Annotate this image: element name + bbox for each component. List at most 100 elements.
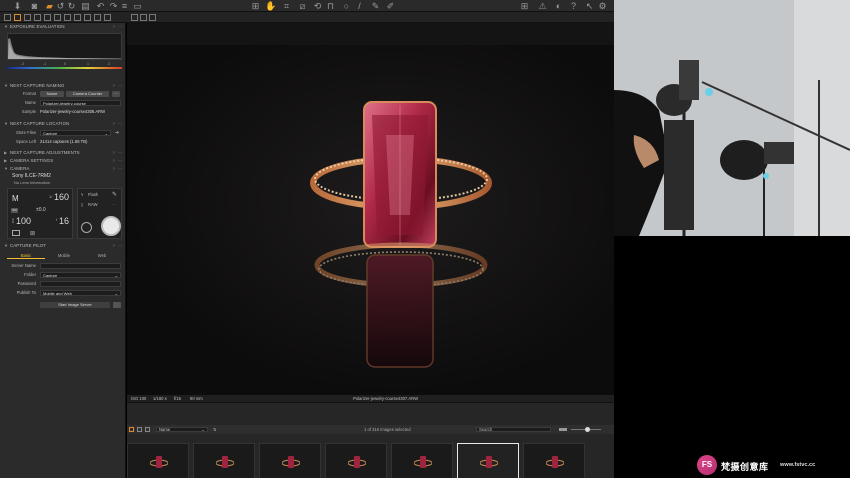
section-tools-icon[interactable]: ? ⋯ [113,157,123,164]
white-balance-icon[interactable] [12,230,20,236]
grid-icon[interactable]: ⊞ [250,1,261,11]
format-token-counter[interactable]: Camera Counter [66,91,109,97]
folder-select[interactable]: Capture ⌄ [40,272,121,278]
crop-icon[interactable]: ⌗ [281,1,292,11]
adjust-icon[interactable]: ◐ [553,1,564,11]
tab-mobile[interactable]: Mobile [45,252,83,259]
thumbnail[interactable] [259,443,321,478]
list-view-icon[interactable] [137,427,142,432]
thumbnail[interactable] [127,443,189,478]
mode-value[interactable]: M [12,194,19,203]
format-more-button[interactable]: ⋯ [112,91,120,97]
window-icon[interactable]: ▭ [132,1,143,11]
output-tab-icon[interactable] [84,14,91,21]
server-name-field[interactable] [40,263,121,269]
browser-grid-icon[interactable]: ⊞ [519,1,530,11]
sort-direction-icon[interactable]: ⇅ [213,425,217,434]
levels-icon[interactable]: ⊓ [325,1,336,11]
brush-icon[interactable]: / [354,1,365,11]
exposure-evaluation-header[interactable]: ▼ EXPOSURE EVALUATION ? ⋯ [0,23,126,30]
exposure-tab-icon[interactable] [34,14,41,21]
thumbnail[interactable] [523,443,585,478]
format-token-name[interactable]: Name [40,91,64,97]
camera-settings-header[interactable]: ▶ CAMERA SETTINGS ? ⋯ [0,157,126,164]
view-compare-icon[interactable] [149,14,156,21]
shutter-value[interactable]: 160 [54,193,69,202]
selection-count: 1 of 316 images selected [364,427,411,432]
thumbnail[interactable] [325,443,387,478]
thumb-size-handle[interactable] [585,427,590,432]
thumbnail[interactable] [391,443,453,478]
section-tools-icon[interactable]: ? ⋯ [113,23,123,30]
batch-tab-icon[interactable] [94,14,101,21]
library-tab-icon[interactable] [4,14,11,21]
capture-pilot-header[interactable]: ▼ CAPTURE PILOT ? ⋯ [0,242,126,249]
trash-icon[interactable]: ▤ [80,1,91,11]
rotate-left-icon[interactable]: ↺ [55,1,66,11]
annotation-icon[interactable]: ✐ [385,1,396,11]
next-capture-location-header[interactable]: ▼ NEXT CAPTURE LOCATION ? ⋯ [0,120,126,127]
capture-tab-icon[interactable] [14,14,21,21]
meta-tab-icon[interactable] [74,14,81,21]
eyedropper-icon[interactable]: ✎ [370,1,381,11]
ev-value[interactable]: ±0.0 [36,207,46,213]
search-input[interactable]: Search [476,427,551,432]
settings-icon[interactable]: ⚙ [597,1,608,11]
rotate-right-icon[interactable]: ↻ [66,1,77,11]
color-tab-icon[interactable] [24,14,31,21]
publish-to-select[interactable]: Mobile and Web ⌄ [40,290,121,296]
thumbnail-selected[interactable] [457,443,519,478]
sort-select[interactable]: Name ⌄ [156,427,208,432]
section-tools-icon[interactable]: ? ⋯ [113,165,123,172]
raw-label[interactable]: RAW [88,202,98,207]
next-capture-adjustments-header[interactable]: ▶ NEXT CAPTURE ADJUSTMENTS ? ⋯ [0,149,126,156]
flash-label[interactable]: Flash [88,192,98,197]
name-field[interactable]: Polarizer-jewelry-course [40,100,121,106]
section-tools-icon[interactable]: ? ⋯ [113,120,123,127]
camera-header[interactable]: ▼ CAMERA ? ⋯ [0,165,126,172]
server-status-icon[interactable] [113,302,121,308]
spot-icon[interactable]: ○ [341,1,352,11]
capture-button[interactable] [101,216,121,236]
thumbnail[interactable] [193,443,255,478]
tab-basic[interactable]: Basic [7,252,45,259]
live-view-button[interactable] [81,222,92,233]
metering-icon[interactable]: ISO [11,208,18,213]
lens-tab-icon[interactable] [44,14,51,21]
section-tools-icon[interactable]: ? ⋯ [113,242,123,249]
more-icon[interactable]: ⋯ [112,202,116,207]
image-viewer[interactable] [127,23,614,395]
undo-icon[interactable]: ↶ [95,1,106,11]
camera-icon[interactable]: ◙ [29,1,40,11]
warning-icon[interactable]: ⚠ [537,1,548,11]
eyedropper-small-icon[interactable]: ✎ [112,191,117,198]
filmstrip-view-icon[interactable] [145,427,150,432]
adjust-tab-icon[interactable] [64,14,71,21]
folder-icon[interactable]: ▰ [44,1,55,11]
help-icon[interactable]: ? [568,1,579,11]
view-multi-icon[interactable] [140,14,147,21]
pan-icon[interactable]: ✋ [265,1,276,11]
iso-value[interactable]: 100 [16,217,31,226]
import-icon[interactable]: ⬇ [12,1,23,11]
print-icon[interactable]: ≡ [119,1,130,11]
password-field[interactable] [40,281,121,287]
next-capture-naming-header[interactable]: ▼ NEXT CAPTURE NAMING ? ⋯ [0,82,126,89]
view-single-icon[interactable] [131,14,138,21]
section-tools-icon[interactable]: ? ⋯ [113,82,123,89]
thumb-size-icon[interactable] [559,428,567,431]
cursor-icon[interactable]: ↖ [584,1,595,11]
drive-mode-icon[interactable]: ⊠ [30,230,35,237]
custom-tab-icon[interactable] [104,14,111,21]
redo-icon[interactable]: ↷ [108,1,119,11]
store-files-select[interactable]: Capture ⌄ [40,130,111,136]
grid-view-icon[interactable] [129,427,134,432]
section-tools-icon[interactable]: ? ⋯ [113,149,123,156]
details-tab-icon[interactable] [54,14,61,21]
start-image-server-button[interactable]: Start Image Server [40,302,110,308]
keystone-icon[interactable]: ⧄ [297,1,308,11]
arrow-right-icon[interactable]: ➔ [115,130,119,136]
tab-web[interactable]: Web [83,252,121,259]
aperture-value[interactable]: 16 [59,217,69,226]
rotate-tool-icon[interactable]: ⟲ [312,1,323,11]
